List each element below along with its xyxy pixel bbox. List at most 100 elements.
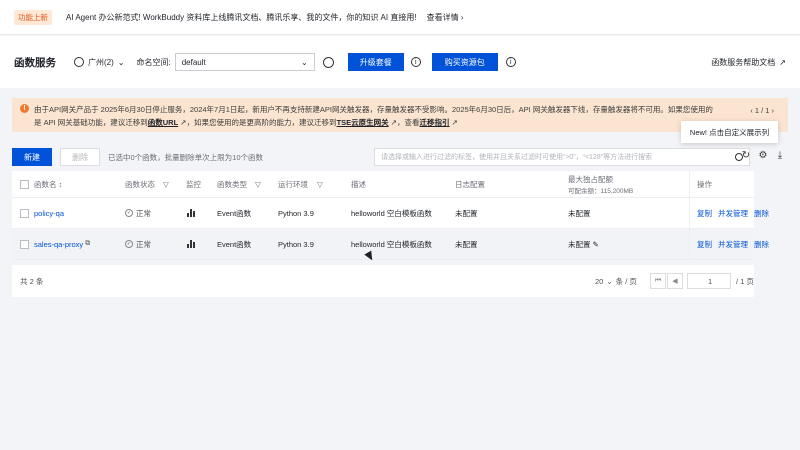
- globe-icon: [74, 57, 84, 67]
- col-log: 日志配置: [455, 179, 485, 189]
- copy-link[interactable]: 复制: [697, 208, 712, 219]
- announcement-bar: 功能上新 AI Agent 办公新范式! WorkBuddy 资料库上线腾讯文档…: [0, 0, 800, 35]
- col-runtime: 运行环境: [278, 179, 308, 189]
- max-concurrency: 未配置: [568, 208, 591, 218]
- page-size-unit: 条 / 页: [615, 276, 637, 286]
- search-input[interactable]: 请选择或输入进行过滤的标签，使用并且关系过滤时可使用“>0”，“<128”等方法…: [374, 148, 750, 166]
- notice-line2b: ，如果您使用的是更高阶的能力，建议迁移到: [186, 118, 337, 127]
- col-monitor: 监控: [186, 179, 201, 189]
- notice-line2c: ，查看: [397, 118, 420, 127]
- page-size-value: 20: [595, 276, 604, 286]
- tse-gateway-link[interactable]: TSE云原生网关: [337, 118, 389, 127]
- runtime: Python 3.9: [278, 239, 314, 249]
- page-header: 函数服务 广州(2) ⌄ 命名空间: default ⌄ 升级套餐 i 购买资源…: [0, 36, 800, 88]
- function-type: Event函数: [217, 208, 252, 218]
- function-name-text: sales-qa-proxy: [34, 239, 84, 249]
- col-status: 函数状态: [125, 179, 155, 189]
- functions-table: 函数名 ↕ 函数状态 ▽ 监控 函数类型 ▽ 运行环境 ▽ 描述 日志配置 最大…: [12, 171, 769, 260]
- search-placeholder: 请选择或输入进行过滤的标签，使用并且关系过滤时可使用“>0”，“<128”等方法…: [381, 154, 653, 161]
- table-row[interactable]: sales-qa-proxy ⧉ ✓ 正常 Event函数 Python 3.9 …: [12, 229, 769, 260]
- description: helloworld 空白模板函数: [351, 239, 432, 249]
- max-concurrency-text: 未配置: [568, 239, 591, 249]
- external-link-icon: ↗: [449, 118, 458, 127]
- help-doc-link-label: 函数服务帮助文档: [711, 57, 776, 67]
- page-title: 函数服务: [14, 56, 56, 69]
- row-checkbox[interactable]: [20, 208, 29, 218]
- delete-link[interactable]: 删除: [754, 239, 769, 250]
- settings-icon[interactable]: ⚙: [758, 151, 768, 161]
- external-link-icon: ↗: [178, 118, 187, 127]
- function-type: Event函数: [217, 239, 252, 249]
- log-config: 未配置: [455, 239, 478, 249]
- notice-line1: 由于API网关产品于 2025年6月30日停止服务，2024年7月1日起，新用户…: [34, 105, 713, 114]
- table-header: 函数名 ↕ 函数状态 ▽ 监控 函数类型 ▽ 运行环境 ▽ 描述 日志配置 最大…: [12, 171, 754, 198]
- concurrency-manage-link[interactable]: 并发管理: [718, 239, 748, 250]
- list-toolbar: 新建 删除 已选中0个函数，批量删除单次上限为10个函数 请选择或输入进行过滤的…: [12, 147, 788, 167]
- deprecation-notice: ! 由于API网关产品于 2025年6月30日停止服务，2024年7月1日起，新…: [12, 98, 788, 132]
- external-link-icon: ↗: [779, 57, 786, 67]
- col-type: 函数类型: [217, 179, 247, 189]
- select-all-checkbox[interactable]: [20, 179, 29, 189]
- log-config: 未配置: [455, 208, 478, 218]
- gear-icon[interactable]: [322, 56, 334, 68]
- chevron-down-icon: ⌄: [117, 57, 125, 67]
- first-page-button[interactable]: ⏮: [650, 273, 666, 289]
- prev-page-button[interactable]: ◀: [667, 273, 683, 289]
- selection-hint: 已选中0个函数，批量删除单次上限为10个函数: [108, 152, 264, 162]
- namespace-value: default: [181, 57, 206, 67]
- notice-text: 由于API网关产品于 2025年6月30日停止服务，2024年7月1日起，新用户…: [34, 103, 748, 129]
- custom-columns-tooltip: New! 点击自定义展示列: [681, 121, 778, 143]
- table-row[interactable]: policy-qa ✓ 正常 Event函数 Python 3.9 hellowo…: [12, 198, 769, 229]
- description: helloworld 空白模板函数: [351, 208, 432, 218]
- download-icon[interactable]: ⤓: [775, 151, 785, 161]
- notice-pager[interactable]: ‹ 1 / 1 ›: [750, 104, 774, 117]
- delete-button[interactable]: 删除: [60, 148, 100, 166]
- external-link-icon: ↗: [388, 118, 398, 127]
- col-ops: 操作: [697, 179, 712, 189]
- filter-icon[interactable]: ▽: [317, 171, 323, 197]
- check-circle-icon: ✓: [125, 240, 133, 248]
- chevron-down-icon: ⌄: [606, 276, 613, 286]
- new-function-button[interactable]: 新建: [12, 148, 52, 166]
- col-desc: 描述: [351, 179, 366, 189]
- delete-link[interactable]: 删除: [754, 208, 769, 219]
- monitor-chart-icon[interactable]: [187, 240, 195, 248]
- concurrency-manage-link[interactable]: 并发管理: [718, 208, 748, 219]
- copy-link[interactable]: 复制: [697, 239, 712, 250]
- announcement-text: AI Agent 办公新范式! WorkBuddy 资料库上线腾讯文档、腾讯乐享…: [66, 12, 417, 22]
- notice-line2: 是 API 网关基础功能，建议迁移到: [34, 118, 148, 127]
- namespace-select[interactable]: default ⌄: [174, 53, 315, 71]
- chevron-down-icon: ⌄: [301, 57, 308, 67]
- runtime: Python 3.9: [278, 208, 314, 218]
- total-count: 共 2 条: [20, 276, 44, 286]
- region-selector[interactable]: 广州(2) ⌄: [74, 57, 124, 68]
- status-text: 正常: [136, 239, 151, 249]
- help-doc-link[interactable]: 函数服务帮助文档 ↗: [711, 57, 786, 68]
- namespace-label: 命名空间:: [136, 57, 171, 67]
- max-concurrency: 未配置 ✎: [568, 229, 599, 259]
- upgrade-plan-button[interactable]: 升级套餐: [347, 53, 404, 71]
- buy-resource-pack-button[interactable]: 购买资源包: [431, 53, 498, 71]
- announcement-details-link[interactable]: 查看详情 ›: [427, 12, 464, 23]
- info-icon[interactable]: i: [505, 57, 516, 67]
- status-text: 正常: [136, 208, 151, 218]
- filter-icon[interactable]: ▽: [163, 171, 169, 197]
- row-checkbox[interactable]: [20, 239, 29, 249]
- monitor-chart-icon[interactable]: [187, 209, 195, 217]
- check-circle-icon: ✓: [125, 209, 133, 217]
- table-footer: 共 2 条 20 ⌄ 条 / 页 ⏮ ◀ 1 / 1 页: [12, 265, 754, 297]
- migration-guide-link[interactable]: 迁移指引: [420, 118, 450, 127]
- copy-icon[interactable]: ⧉: [85, 240, 90, 248]
- edit-pencil-icon[interactable]: ✎: [593, 240, 599, 249]
- function-name-link[interactable]: policy-qa: [34, 198, 64, 228]
- refresh-icon[interactable]: ↻: [741, 151, 751, 161]
- info-icon[interactable]: i: [410, 57, 421, 67]
- function-url-link[interactable]: 函数URL: [148, 118, 178, 127]
- page-size-select[interactable]: 20 ⌄ 条 / 页: [595, 276, 637, 287]
- function-name-link[interactable]: sales-qa-proxy ⧉: [34, 229, 90, 259]
- col-name[interactable]: 函数名 ↕: [34, 171, 62, 197]
- filter-icon[interactable]: ▽: [255, 171, 261, 197]
- region-label: 广州(2): [88, 57, 114, 67]
- page-number-input[interactable]: 1: [687, 273, 731, 289]
- page-total: / 1 页: [736, 276, 754, 286]
